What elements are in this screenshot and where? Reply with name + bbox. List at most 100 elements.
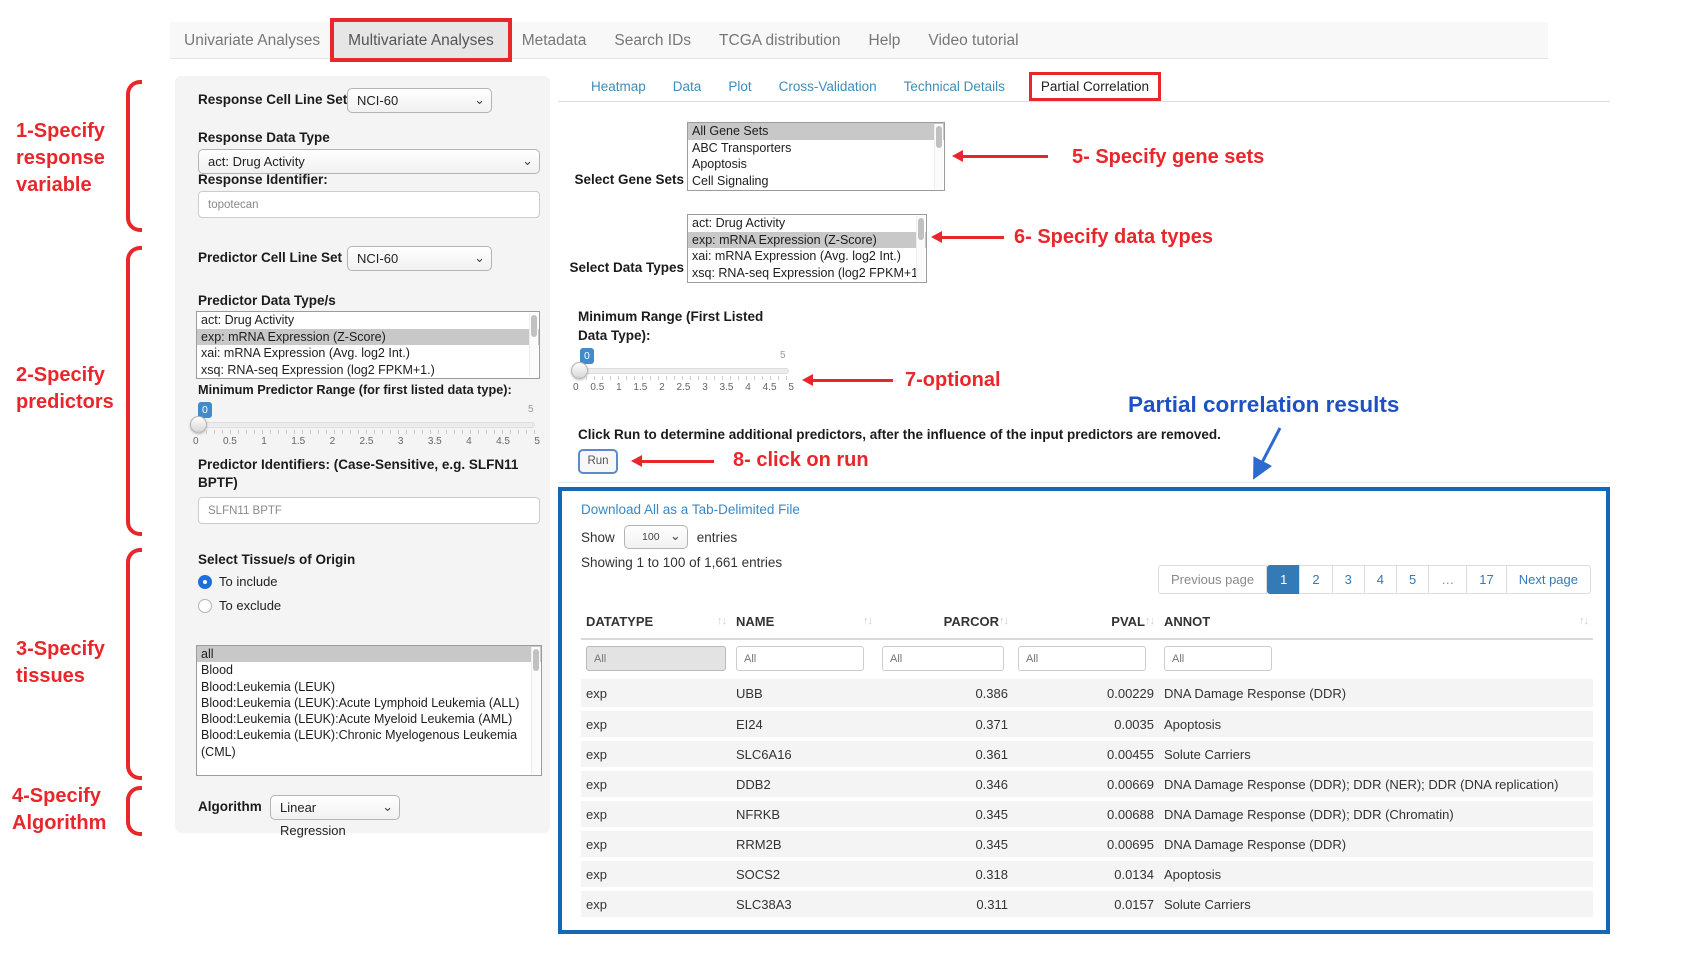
cell-name: SLC6A16 <box>731 739 877 769</box>
tab[interactable]: Plot <box>728 79 751 94</box>
listbox-option[interactable]: xai: mRNA Expression (Avg. log2 Int.) <box>197 345 539 362</box>
scrollbar-thumb[interactable] <box>531 315 537 337</box>
download-link[interactable]: Download All as a Tab-Delimited File <box>581 502 800 517</box>
chevron-down-icon: ⌄ <box>522 149 533 172</box>
predictor-cell-line-set-select[interactable]: NCI-60 ⌄ <box>347 246 492 271</box>
response-cell-line-set-select[interactable]: NCI-60 ⌄ <box>347 88 492 113</box>
annotation-step5: 5- Specify gene sets <box>1072 144 1264 171</box>
next-page-button[interactable]: Next page <box>1506 565 1591 594</box>
sort-icon[interactable]: ↑↓ <box>717 615 726 627</box>
tab[interactable]: Data <box>673 79 702 94</box>
listbox-option[interactable]: All Gene Sets <box>688 123 944 140</box>
filter-input-parcor[interactable] <box>882 646 1004 671</box>
listbox-option[interactable]: all <box>197 646 541 662</box>
sort-icon[interactable]: ↑↓ <box>863 615 872 627</box>
listbox-option[interactable]: Blood:Leukemia (LEUK):Acute Myeloid Leuk… <box>197 711 541 727</box>
listbox-option[interactable]: Blood <box>197 662 541 678</box>
page-number-button[interactable]: 3 <box>1332 565 1365 594</box>
min-range-slider[interactable] <box>578 368 789 374</box>
radio-label: To include <box>219 574 278 589</box>
nav-item[interactable]: Metadata <box>508 22 601 58</box>
listbox-option[interactable]: ABC Transporters <box>688 140 944 157</box>
filter-input-annot[interactable] <box>1164 646 1272 671</box>
sort-icon[interactable]: ↑↓ <box>1579 615 1588 627</box>
listbox-option[interactable]: act: Drug Activity <box>688 215 926 232</box>
radio-to-include[interactable]: To include <box>198 574 278 589</box>
tab[interactable]: Heatmap <box>591 79 646 94</box>
radio-to-exclude[interactable]: To exclude <box>198 598 281 613</box>
min-predictor-range-label: Minimum Predictor Range (for first liste… <box>198 383 512 397</box>
cell-parcor: 0.311 <box>877 889 1013 919</box>
scrollbar[interactable] <box>529 313 538 377</box>
previous-page-button[interactable]: Previous page <box>1158 565 1267 594</box>
chevron-down-icon: ⌄ <box>382 795 393 818</box>
scrollbar-thumb[interactable] <box>936 126 942 148</box>
pagination: Previous page 12345…17 Next page <box>1158 565 1591 594</box>
cell-annot: DNA Damage Response (DDR); DDR (Chromati… <box>1159 799 1593 829</box>
algorithm-select[interactable]: Linear Regression ⌄ <box>270 795 400 820</box>
scrollbar[interactable] <box>934 124 943 189</box>
page-number-button[interactable]: 17 <box>1466 565 1506 594</box>
nav-item[interactable]: TCGA distribution <box>705 22 854 58</box>
tab[interactable]: Technical Details <box>904 79 1005 94</box>
nav-item[interactable]: Video tutorial <box>914 22 1032 58</box>
cell-parcor: 0.345 <box>877 829 1013 859</box>
column-header-name[interactable]: NAME↑↓ <box>731 607 877 639</box>
filter-input-datatype[interactable] <box>586 646 726 671</box>
page-size-select[interactable]: 100 ⌄ <box>624 525 688 549</box>
predictor-data-types-listbox[interactable]: act: Drug Activityexp: mRNA Expression (… <box>196 311 540 379</box>
scrollbar[interactable] <box>916 216 925 281</box>
nav-item[interactable]: Help <box>855 22 915 58</box>
radio-button-icon[interactable] <box>198 599 212 613</box>
sort-icon[interactable]: ↑↓ <box>1145 615 1154 627</box>
data-types-listbox[interactable]: act: Drug Activityexp: mRNA Expression (… <box>687 214 927 283</box>
scrollbar[interactable] <box>531 647 540 774</box>
page-number-button[interactable]: 1 <box>1267 565 1300 594</box>
nav-item[interactable]: Search IDs <box>600 22 705 58</box>
tick-label: 1.5 <box>291 436 305 447</box>
column-header-pval[interactable]: PVAL↑↓ <box>1013 607 1159 639</box>
listbox-option[interactable]: xsq: RNA-seq Expression (log2 FPKM+1.) <box>197 362 539 379</box>
listbox-option[interactable]: exp: mRNA Expression (Z-Score) <box>197 329 539 346</box>
min-predictor-range-slider[interactable] <box>198 422 535 428</box>
tab[interactable]: Cross-Validation <box>779 79 877 94</box>
listbox-option[interactable]: Cell Signaling <box>688 173 944 190</box>
tissue-listbox[interactable]: allBloodBlood:Leukemia (LEUK)Blood:Leuke… <box>196 645 542 776</box>
nav-item[interactable]: Multivariate Analyses <box>334 22 508 58</box>
page-number-button[interactable]: 2 <box>1299 565 1332 594</box>
response-data-type-select[interactable]: act: Drug Activity ⌄ <box>198 149 540 174</box>
radio-button-icon[interactable] <box>198 575 212 589</box>
column-header-parcor[interactable]: PARCOR↑↓ <box>877 607 1013 639</box>
listbox-option[interactable]: act: Drug Activity <box>197 312 539 329</box>
sort-icon[interactable]: ↑↓ <box>999 615 1008 627</box>
table-row: exp RRM2B 0.345 0.00695 DNA Damage Respo… <box>581 829 1593 859</box>
gene-sets-listbox[interactable]: All Gene SetsABC TransportersApoptosisCe… <box>687 122 945 191</box>
cell-parcor: 0.386 <box>877 679 1013 709</box>
page-number-button[interactable]: … <box>1428 565 1467 594</box>
response-identifier-input[interactable] <box>198 191 540 218</box>
page-number-button[interactable]: 5 <box>1396 565 1429 594</box>
listbox-option[interactable]: xsq: RNA-seq Expression (log2 FPKM+1.) <box>688 265 926 282</box>
filter-input-name[interactable] <box>736 646 864 671</box>
tab[interactable]: Partial Correlation <box>1032 75 1158 98</box>
predictor-identifiers-input[interactable] <box>198 497 540 524</box>
gene-sets-label: Select Gene Sets <box>560 172 684 187</box>
listbox-option[interactable]: xai: mRNA Expression (Avg. log2 Int.) <box>688 248 926 265</box>
column-header-annot[interactable]: ANNOT↑↓ <box>1159 607 1593 639</box>
cell-annot: Solute Carriers <box>1159 739 1593 769</box>
listbox-option[interactable]: Apoptosis <box>688 156 944 173</box>
listbox-option[interactable]: exp: mRNA Expression (Z-Score) <box>688 232 926 249</box>
cell-annot: DNA Damage Response (DDR) <box>1159 679 1593 709</box>
scrollbar-thumb[interactable] <box>533 649 539 671</box>
column-header-datatype[interactable]: DATATYPE↑↓ <box>581 607 731 639</box>
chevron-down-icon: ⌄ <box>670 525 681 547</box>
nav-item[interactable]: Univariate Analyses <box>170 22 334 58</box>
page-number-button[interactable]: 4 <box>1364 565 1397 594</box>
run-button[interactable]: Run <box>578 449 618 474</box>
filter-input-pval[interactable] <box>1018 646 1146 671</box>
listbox-option[interactable]: Blood:Leukemia (LEUK) <box>197 679 541 695</box>
scrollbar-thumb[interactable] <box>918 218 924 240</box>
cell-name: SLC38A3 <box>731 889 877 919</box>
listbox-option[interactable]: Blood:Leukemia (LEUK):Chronic Myelogenou… <box>197 727 541 760</box>
listbox-option[interactable]: Blood:Leukemia (LEUK):Acute Lymphoid Leu… <box>197 695 541 711</box>
